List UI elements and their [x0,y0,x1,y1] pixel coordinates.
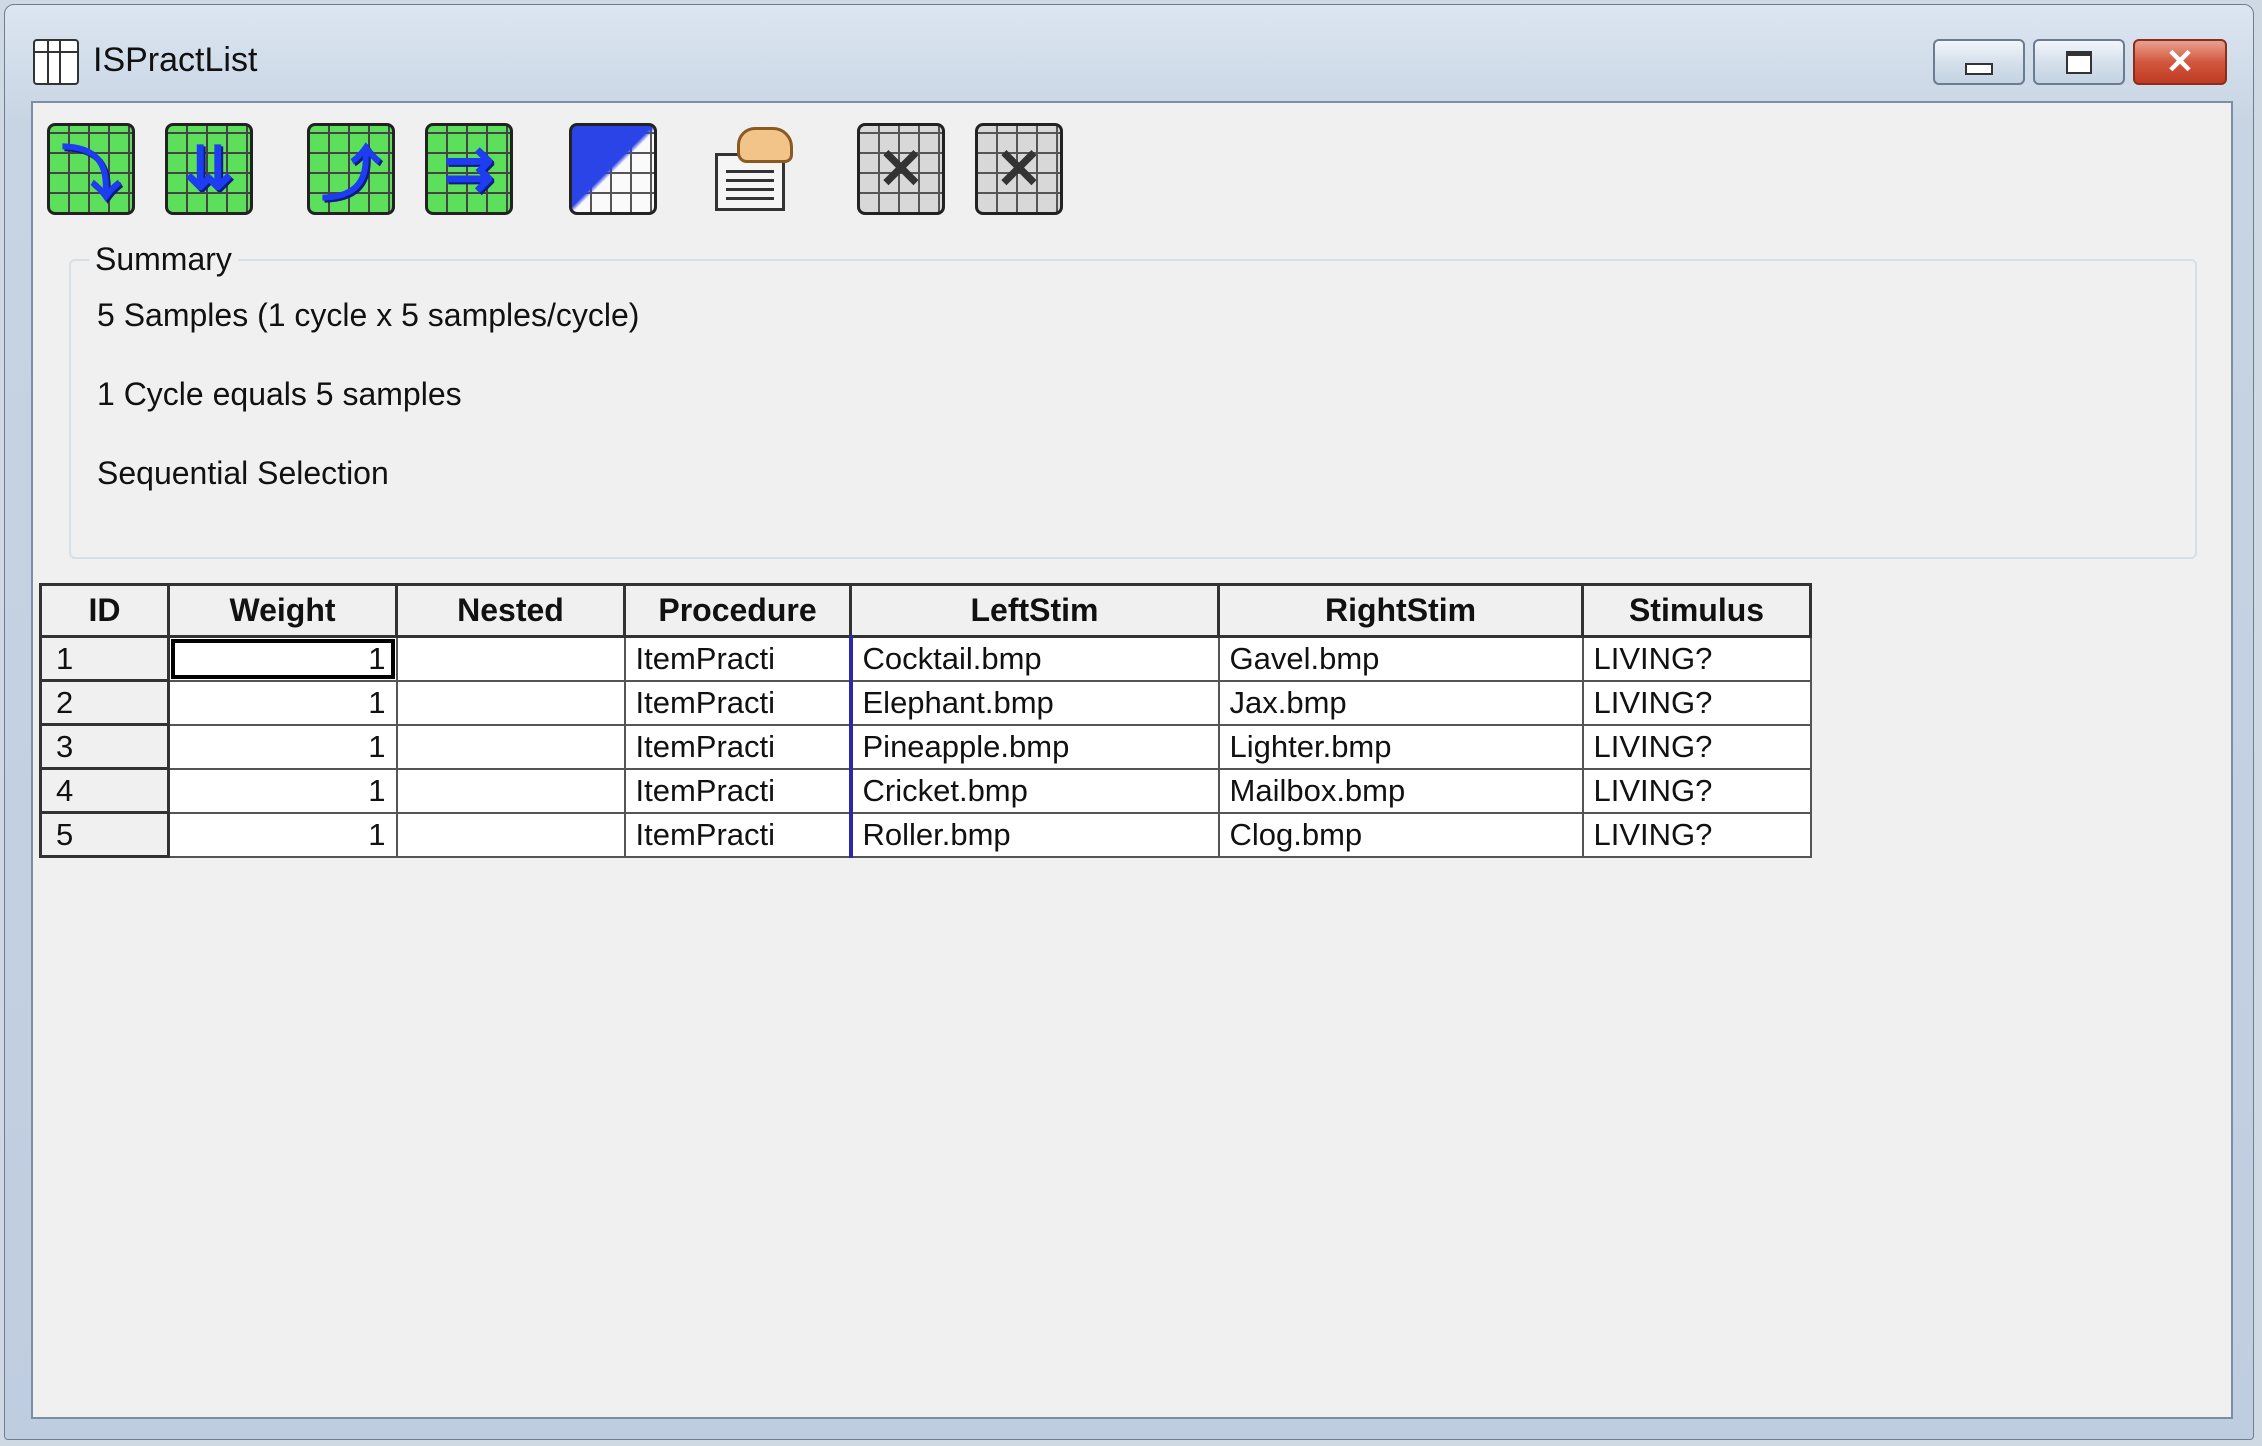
leftstim-cell[interactable]: Roller.bmp [848,811,1220,858]
nested-cell[interactable] [395,811,626,858]
add-level-button[interactable]: ⤵ [47,123,135,215]
weight-cell[interactable]: 1 [167,767,398,814]
table-row: 3 1 ItemPracti Pineapple.bmp Lighter.bmp… [39,723,1812,770]
add-level-icon: ⤵ [61,140,121,208]
maximize-icon [2066,50,2092,74]
table-row: 2 1 ItemPracti Elephant.bmp Jax.bmp LIVI… [39,679,1812,726]
summary-group: Summary 5 Samples (1 cycle x 5 samples/c… [69,241,2197,559]
procedure-cell[interactable]: ItemPracti [623,723,852,770]
column-header-id[interactable]: ID [39,583,170,638]
table-row: 4 1 ItemPracti Cricket.bmp Mailbox.bmp L… [39,767,1812,814]
row-id-cell[interactable]: 4 [39,767,170,814]
list-editor: ⤵ ⇊ ⤴ ⇉ ✕ ✕ Summary 5 Samples (1 cycle x… [31,101,2233,1419]
add-attribute-button[interactable]: ⤴ [307,123,395,215]
column-header-rightstim[interactable]: RightStim [1217,583,1584,638]
stimulus-cell[interactable]: LIVING? [1581,723,1812,770]
leftstim-cell[interactable]: Cricket.bmp [848,767,1220,814]
remove-attributes-icon: ✕ [995,137,1043,200]
stimulus-cell[interactable]: LIVING? [1581,635,1812,682]
summary-legend: Summary [89,241,238,278]
rightstim-cell[interactable]: Clog.bmp [1217,811,1584,858]
stimulus-cell[interactable]: LIVING? [1581,679,1812,726]
list-grid: ID Weight Nested Procedure LeftStim Righ… [39,583,1812,858]
list-icon [33,39,79,85]
stimulus-cell[interactable]: LIVING? [1581,767,1812,814]
column-header-stimulus[interactable]: Stimulus [1581,583,1812,638]
nested-cell[interactable] [395,767,626,814]
maximize-button[interactable] [2033,39,2125,85]
row-id-cell[interactable]: 3 [39,723,170,770]
weight-cell[interactable]: 1 [167,679,398,726]
row-id-cell[interactable]: 2 [39,679,170,726]
header-row: ID Weight Nested Procedure LeftStim Righ… [39,583,1812,638]
leftstim-cell[interactable]: Pineapple.bmp [848,723,1220,770]
nested-cell[interactable] [395,635,626,682]
stimulus-cell[interactable]: LIVING? [1581,811,1812,858]
rightstim-cell[interactable]: Lighter.bmp [1217,723,1584,770]
add-multiple-attributes-button[interactable]: ⇉ [425,123,513,215]
column-header-procedure[interactable]: Procedure [623,583,852,638]
add-attribute-icon: ⤴ [321,140,381,208]
column-header-nested[interactable]: Nested [395,583,626,638]
weight-cell[interactable]: 1 [167,811,398,858]
title-bar[interactable]: ISPractList ✕ [5,5,2253,97]
procedure-cell[interactable]: ItemPracti [623,767,852,814]
procedure-cell[interactable]: ItemPracti [623,811,852,858]
weight-cell[interactable]: 1 [167,723,398,770]
summary-cycle: 1 Cycle equals 5 samples [97,376,462,412]
close-button[interactable]: ✕ [2133,39,2227,85]
minimize-icon [1965,63,1993,75]
minimize-button[interactable] [1933,39,2025,85]
row-id-cell[interactable]: 1 [39,635,170,682]
leftstim-cell[interactable]: Cocktail.bmp [848,635,1220,682]
nested-cell[interactable] [395,679,626,726]
list-window: ISPractList ✕ ⤵ ⇊ ⤴ ⇉ ✕ ✕ Summary 5 Samp… [4,4,2254,1440]
close-icon: ✕ [2165,43,2195,81]
remove-attributes-button[interactable]: ✕ [975,123,1063,215]
grid-fill-button[interactable] [569,123,657,215]
add-multiple-levels-icon: ⇊ [183,135,235,202]
rightstim-cell[interactable]: Gavel.bmp [1217,635,1584,682]
remove-levels-icon: ✕ [877,137,925,200]
add-multiple-levels-button[interactable]: ⇊ [165,123,253,215]
row-id-cell[interactable]: 5 [39,811,170,858]
leftstim-cell[interactable]: Elephant.bmp [848,679,1220,726]
procedure-cell[interactable]: ItemPracti [623,679,852,726]
procedure-cell[interactable]: ItemPracti [623,635,852,682]
column-header-weight[interactable]: Weight [167,583,398,638]
window-title: ISPractList [93,41,258,79]
nested-cell[interactable] [395,723,626,770]
grid-fill-icon [572,126,654,212]
add-multiple-attributes-icon: ⇉ [443,135,495,202]
summary-selection: Sequential Selection [97,455,389,491]
rightstim-cell[interactable]: Mailbox.bmp [1217,767,1584,814]
table-row: 5 1 ItemPracti Roller.bmp Clog.bmp LIVIN… [39,811,1812,858]
properties-button[interactable] [711,123,799,215]
hand-icon [737,127,793,163]
column-header-leftstim[interactable]: LeftStim [849,583,1220,638]
weight-cell[interactable]: 1 [167,635,398,682]
remove-levels-button[interactable]: ✕ [857,123,945,215]
rightstim-cell[interactable]: Jax.bmp [1217,679,1584,726]
summary-samples: 5 Samples (1 cycle x 5 samples/cycle) [97,297,640,333]
table-row: 1 1 ItemPracti Cocktail.bmp Gavel.bmp LI… [39,635,1812,682]
